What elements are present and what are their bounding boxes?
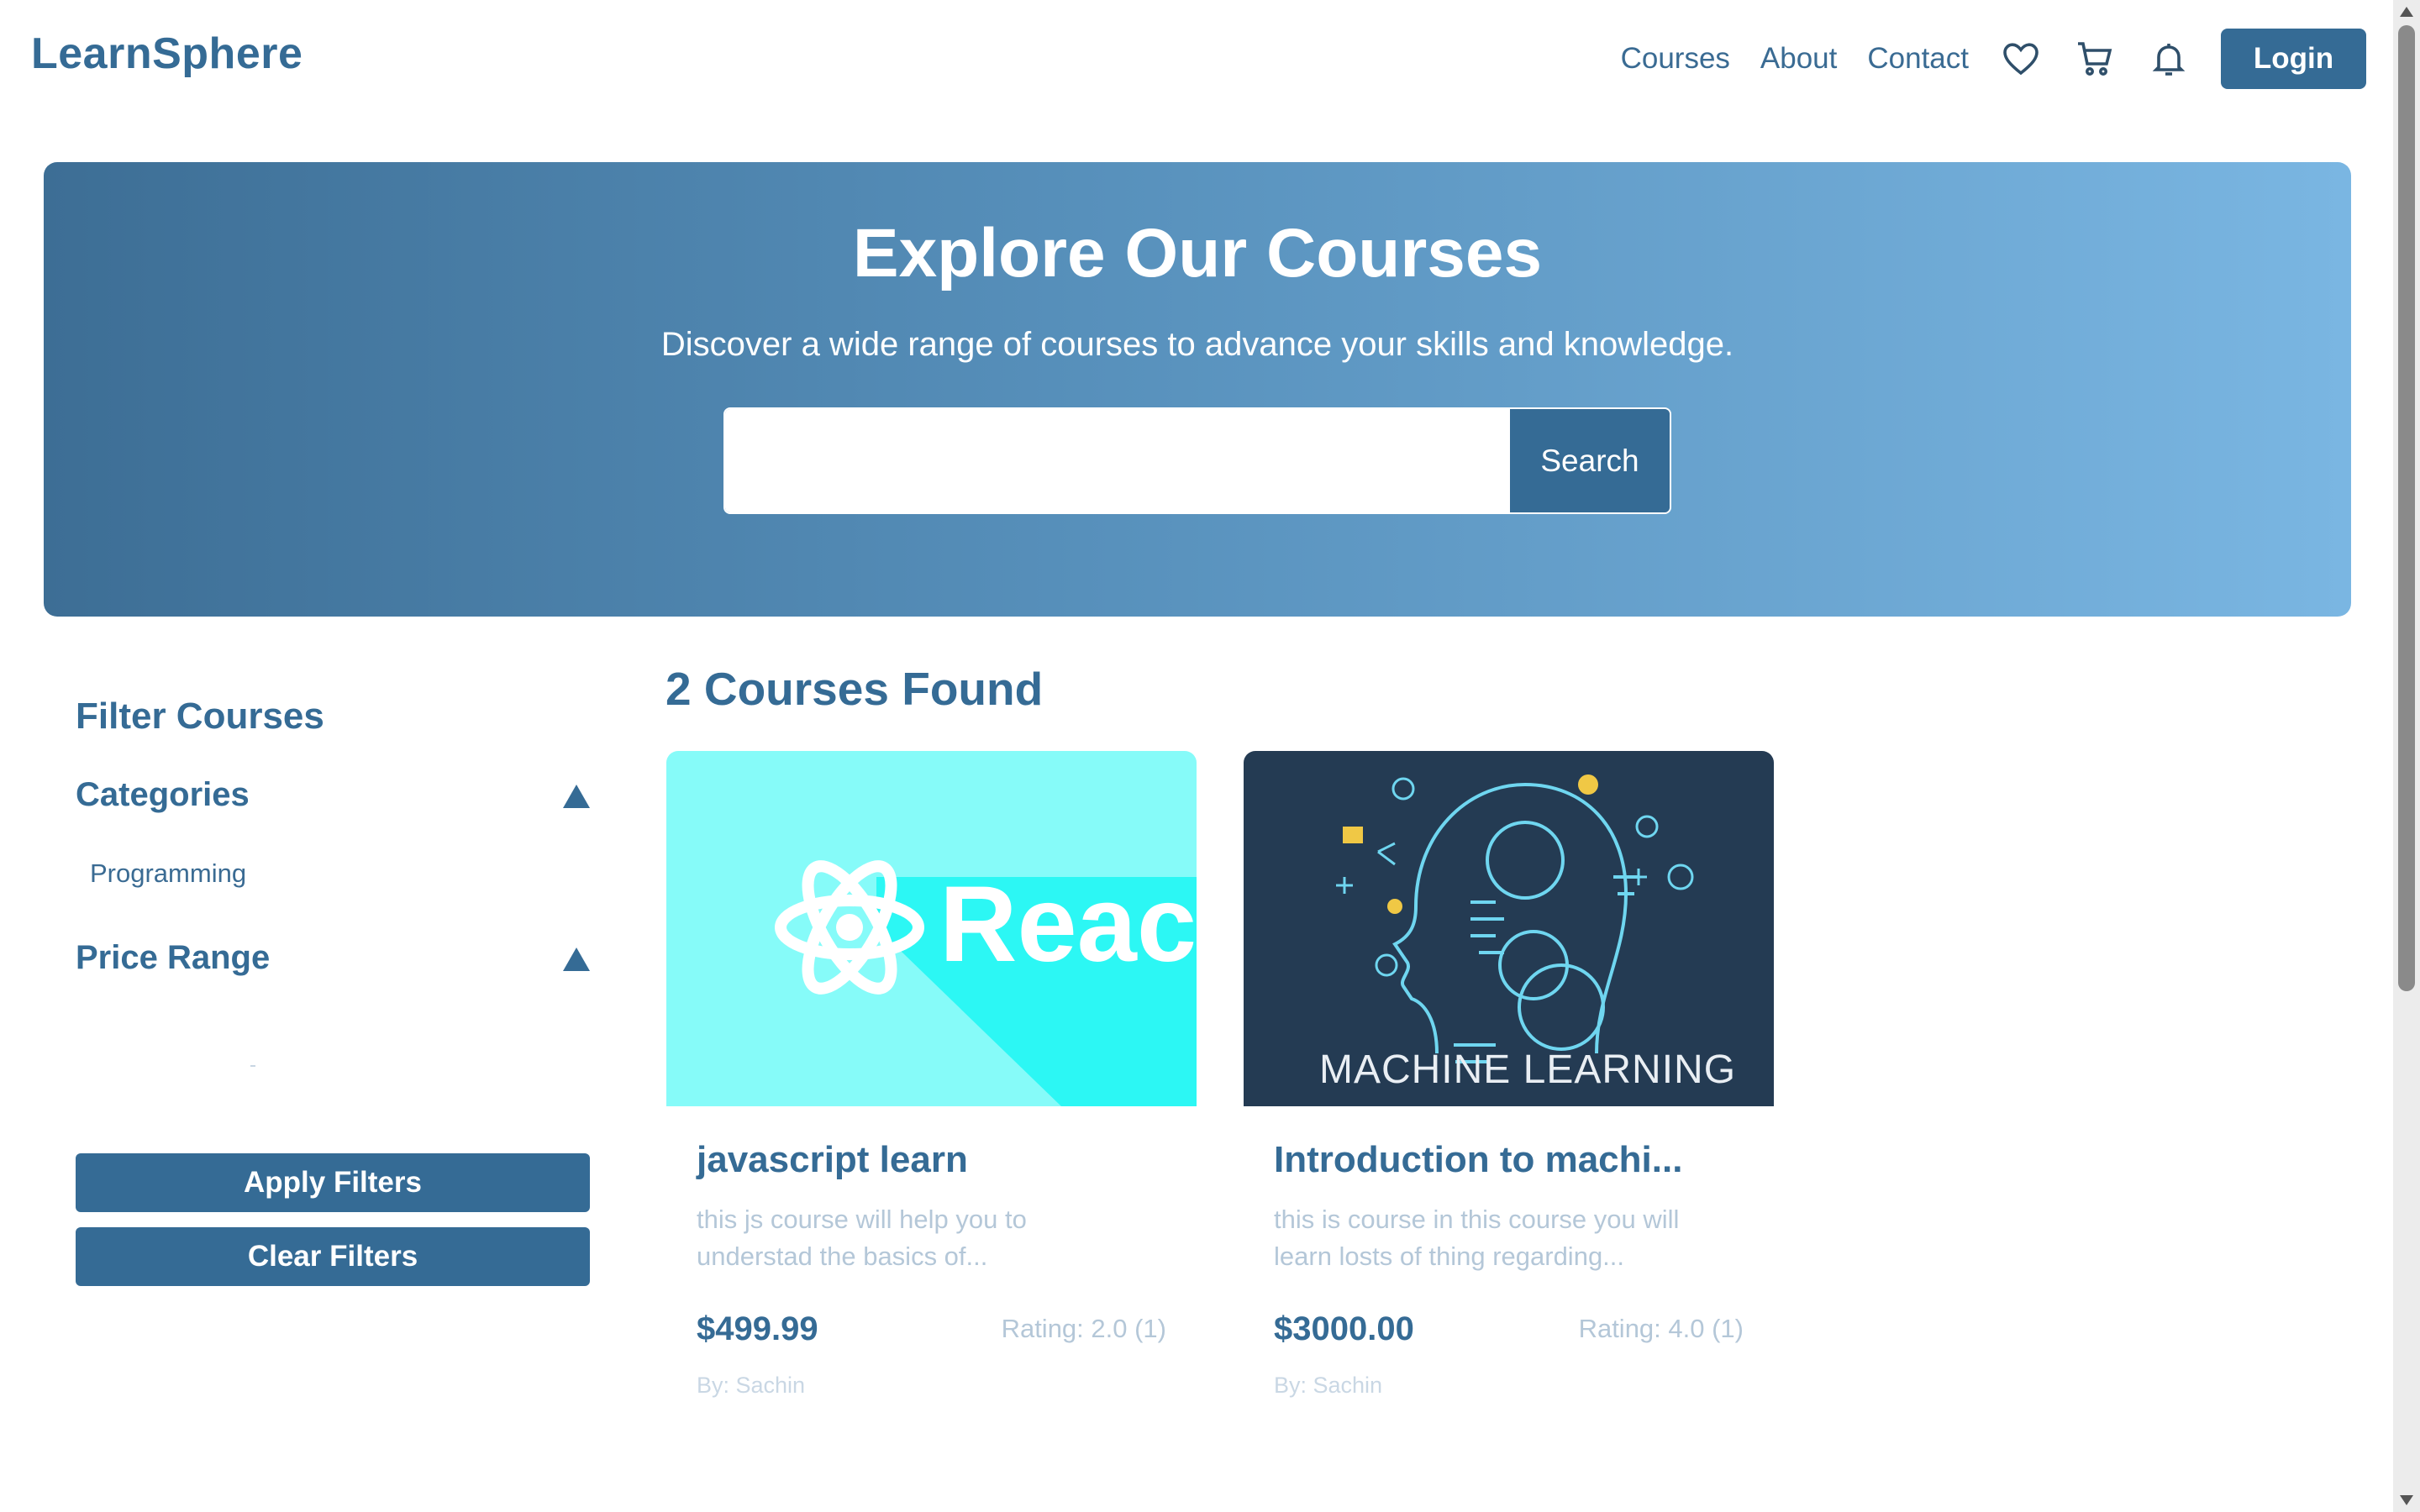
course-price: $499.99 <box>697 1310 818 1347</box>
course-card[interactable]: MACHINE LEARNING Introduction to machi..… <box>1244 751 1774 1415</box>
course-thumbnail[interactable]: Reac <box>666 751 1197 1106</box>
search-button[interactable]: Search <box>1510 409 1670 512</box>
hero-banner: Explore Our Courses Discover a wide rang… <box>44 162 2351 617</box>
categories-section: Categories <box>76 776 590 823</box>
course-card[interactable]: Reac javascript learn this js course wil… <box>666 751 1197 1415</box>
top-navbar: LearnSphere Courses About Contact Login <box>0 0 2393 118</box>
price-range-header[interactable]: Price Range <box>76 939 270 976</box>
filter-sidebar: Filter Courses Categories Programming Pr… <box>76 689 590 986</box>
categories-header[interactable]: Categories <box>76 776 250 813</box>
nav-about-link[interactable]: About <box>1760 42 1837 76</box>
bell-icon[interactable] <box>2147 37 2191 81</box>
price-range-section: Price Range <box>76 939 590 986</box>
course-author: By: Sachin <box>1274 1373 1383 1398</box>
course-price: $3000.00 <box>1274 1310 1414 1347</box>
nav-contact-link[interactable]: Contact <box>1867 42 1969 76</box>
hero-title: Explore Our Courses <box>852 215 1543 291</box>
course-thumbnail[interactable]: MACHINE LEARNING <box>1244 751 1774 1106</box>
cart-icon[interactable] <box>2073 37 2117 81</box>
collapse-triangle-icon[interactable] <box>563 948 590 971</box>
heart-icon[interactable] <box>1999 37 2043 81</box>
results-count-heading: 2 Courses Found <box>666 663 1044 715</box>
course-rating: Rating: 4.0 (1) <box>1578 1314 1744 1343</box>
thumbnail-text: MACHINE LEARNING <box>1319 1047 1736 1092</box>
course-description: this is course in this course you will l… <box>1274 1205 1680 1271</box>
search-input[interactable] <box>725 409 1510 512</box>
search-bar: Search <box>723 407 1671 514</box>
scrollbar-thumb[interactable] <box>2398 25 2415 991</box>
filter-title: Filter Courses <box>76 696 324 737</box>
course-author: By: Sachin <box>697 1373 806 1398</box>
apply-filters-button[interactable]: Apply Filters <box>76 1153 590 1212</box>
brand-logo[interactable]: LearnSphere <box>31 29 302 79</box>
thumbnail-text: Reac <box>939 864 1197 984</box>
clear-filters-button[interactable]: Clear Filters <box>76 1227 590 1286</box>
scroll-up-icon[interactable] <box>2400 7 2413 17</box>
collapse-triangle-icon[interactable] <box>563 785 590 808</box>
course-description: this js course will help you to understa… <box>697 1205 1027 1271</box>
category-item-programming[interactable]: Programming <box>90 858 590 889</box>
login-button[interactable]: Login <box>2221 29 2366 89</box>
nav-menu: Courses About Contact Login <box>1621 29 2393 89</box>
course-title[interactable]: Introduction to machi... <box>1274 1139 1682 1181</box>
scroll-down-icon[interactable] <box>2400 1495 2413 1505</box>
course-title[interactable]: javascript learn <box>697 1139 968 1181</box>
hero-subtitle: Discover a wide range of courses to adva… <box>660 326 1734 363</box>
price-range-slider[interactable] <box>250 1065 255 1067</box>
nav-courses-link[interactable]: Courses <box>1621 42 1730 76</box>
course-rating: Rating: 2.0 (1) <box>1001 1314 1166 1343</box>
page-scrollbar[interactable] <box>2393 0 2420 1512</box>
